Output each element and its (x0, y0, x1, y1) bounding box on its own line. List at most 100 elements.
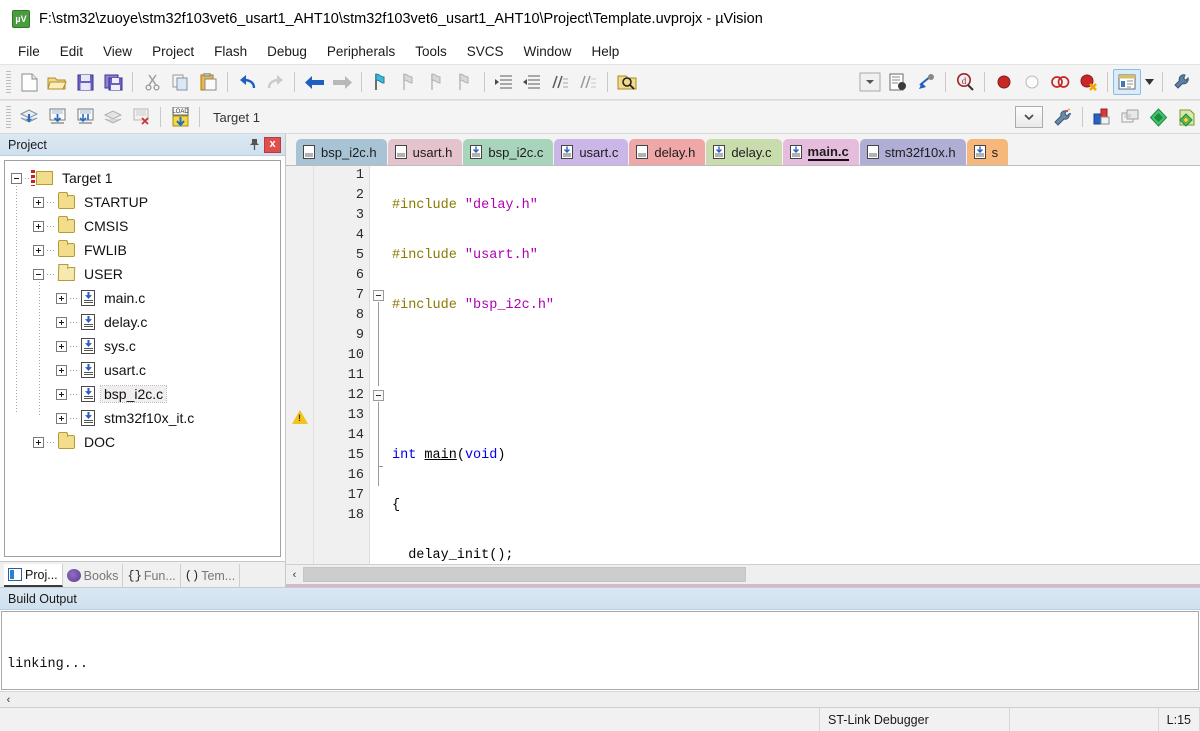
menu-window[interactable]: Window (513, 41, 581, 62)
breakpoint-kill-all-icon[interactable] (1074, 69, 1102, 95)
breakpoint-enable-icon[interactable] (1018, 69, 1046, 95)
expander-icon[interactable] (56, 316, 67, 328)
editor-tab-bsp_i2c-c[interactable]: bsp_i2c.c (463, 139, 554, 165)
manage-windows-dropdown-icon[interactable] (1141, 69, 1157, 95)
menu-debug[interactable]: Debug (257, 41, 317, 62)
editor-tab-usart-h[interactable]: usart.h (387, 139, 463, 165)
configure-toolbox-icon[interactable] (884, 69, 912, 95)
build-target-icon[interactable] (43, 104, 71, 130)
tree-node-doc[interactable]: DOC (11, 430, 280, 454)
rebuild-all-icon[interactable] (71, 104, 99, 130)
tree-node-user[interactable]: USER (11, 262, 280, 286)
menu-edit[interactable]: Edit (50, 41, 93, 62)
target-dropdown-icon[interactable] (1015, 106, 1043, 128)
breakpoint-disable-all-icon[interactable] (1046, 69, 1074, 95)
editor-tab-delay-c[interactable]: delay.c (706, 139, 782, 165)
target-options-icon[interactable] (1049, 104, 1077, 130)
scroll-left-arrow-icon[interactable]: ‹ (286, 566, 303, 584)
menu-flash[interactable]: Flash (204, 41, 257, 62)
batch-build-icon[interactable] (99, 104, 127, 130)
menu-peripherals[interactable]: Peripherals (317, 41, 405, 62)
menu-project[interactable]: Project (142, 41, 204, 62)
menu-tools[interactable]: Tools (405, 41, 457, 62)
tree-node-mainc[interactable]: main.c (11, 286, 280, 310)
manage-windows-icon[interactable] (1113, 69, 1141, 95)
bookmark-next-icon[interactable] (423, 69, 451, 95)
undo-icon[interactable] (233, 69, 261, 95)
manage-components-icon[interactable] (1088, 104, 1116, 130)
navigate-forward-icon[interactable] (328, 69, 356, 95)
menu-file[interactable]: File (8, 41, 50, 62)
expander-icon[interactable] (56, 340, 67, 352)
tree-node-startup[interactable]: STARTUP (11, 190, 280, 214)
tree-node-delayc[interactable]: delay.c (11, 310, 280, 334)
editor-tab-delay-h[interactable]: delay.h (629, 139, 706, 165)
navigate-back-icon[interactable] (300, 69, 328, 95)
uncomment-icon[interactable] (574, 69, 602, 95)
download-icon[interactable]: LOAD (166, 104, 194, 130)
expander-icon[interactable] (33, 436, 44, 448)
tree-node-stm32f10xitc[interactable]: stm32f10x_it.c (11, 406, 280, 430)
bookmark-clear-icon[interactable] (451, 69, 479, 95)
find-in-files-icon[interactable] (613, 69, 641, 95)
expander-icon[interactable] (33, 220, 44, 232)
comment-icon[interactable] (546, 69, 574, 95)
close-icon[interactable]: x (264, 136, 281, 153)
redo-icon[interactable] (261, 69, 289, 95)
pane-tab-project[interactable]: Proj... (4, 564, 63, 587)
build-output-text[interactable]: linking... Program Size: Code=4112 RO-da… (1, 611, 1199, 690)
bookmark-toggle-icon[interactable] (367, 69, 395, 95)
expander-icon[interactable] (33, 268, 44, 280)
menu-view[interactable]: View (93, 41, 142, 62)
run-to-icon[interactable] (1172, 104, 1200, 130)
pane-tab-books[interactable]: Books (63, 564, 124, 587)
fold-toggle-main[interactable] (373, 290, 384, 301)
save-all-icon[interactable] (99, 69, 127, 95)
expander-icon[interactable] (56, 388, 67, 400)
target-selector-label[interactable]: Target 1 (205, 110, 268, 125)
debug-session-icon[interactable] (912, 69, 940, 95)
copy-icon[interactable] (166, 69, 194, 95)
expander-icon[interactable] (56, 364, 67, 376)
indent-left-icon[interactable] (518, 69, 546, 95)
pin-icon[interactable] (246, 137, 262, 153)
cut-icon[interactable] (138, 69, 166, 95)
tree-node-usartc[interactable]: usart.c (11, 358, 280, 382)
multi-project-icon[interactable] (1144, 104, 1172, 130)
build-scroll-left-arrow-icon[interactable]: ‹ (0, 691, 17, 709)
toolbar-grip[interactable] (6, 71, 11, 93)
bookmark-prev-icon[interactable] (395, 69, 423, 95)
indent-right-icon[interactable] (490, 69, 518, 95)
expander-icon[interactable] (11, 172, 22, 184)
configure-target-icon[interactable] (1168, 69, 1196, 95)
fold-toggle-while[interactable] (373, 390, 384, 401)
project-tree[interactable]: Target 1 STARTUP CMSIS FWLIB USER main.c… (4, 160, 281, 557)
pane-tab-functions[interactable]: {} Fun... (123, 564, 181, 587)
expander-icon[interactable] (56, 292, 67, 304)
stop-build-icon[interactable] (127, 104, 155, 130)
tree-node-cmsis[interactable]: CMSIS (11, 214, 280, 238)
build-toolbar-grip[interactable] (6, 106, 11, 128)
editor-tab-bsp_i2c-h[interactable]: bsp_i2c.h (296, 139, 387, 165)
scrollbar-thumb[interactable] (303, 567, 746, 582)
menu-help[interactable]: Help (582, 41, 630, 62)
translate-file-icon[interactable] (15, 104, 43, 130)
editor-tab-usart-c[interactable]: usart.c (554, 139, 629, 165)
editor-margin-bar[interactable] (286, 166, 314, 564)
expander-icon[interactable] (33, 244, 44, 256)
editor-tab-main-c[interactable]: main.c (782, 139, 859, 165)
paste-icon[interactable] (194, 69, 222, 95)
tree-node-target1[interactable]: Target 1 (11, 166, 280, 190)
editor-tab-stm32f10x-h[interactable]: stm32f10x.h (859, 139, 966, 165)
find-icon[interactable]: d (951, 69, 979, 95)
new-file-icon[interactable] (15, 69, 43, 95)
code-folding-column[interactable] (370, 166, 388, 564)
breakpoint-insert-icon[interactable] (990, 69, 1018, 95)
pane-tab-templates[interactable]: () Tem... (181, 564, 241, 587)
build-output-scrollbar[interactable]: ‹ (0, 691, 1200, 707)
expander-icon[interactable] (33, 196, 44, 208)
tree-node-bspi2cc[interactable]: bsp_i2c.c (11, 382, 280, 406)
tree-node-sysc[interactable]: sys.c (11, 334, 280, 358)
editor-horizontal-scrollbar[interactable]: ‹ (286, 564, 1200, 584)
toolbox-dropdown-icon[interactable] (856, 69, 884, 95)
